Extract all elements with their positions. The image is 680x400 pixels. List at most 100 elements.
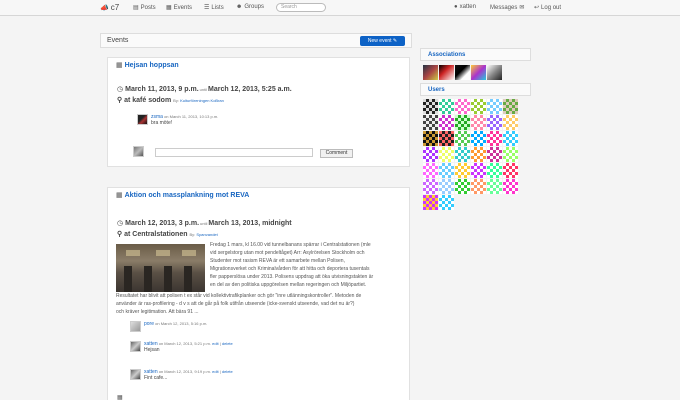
user-avatar[interactable] (455, 147, 470, 162)
event-title[interactable]: ▦ Hejsan hoppsan (116, 61, 179, 69)
delete-link[interactable]: delete (222, 341, 233, 346)
edit-link[interactable]: edit (212, 369, 218, 374)
user-avatar[interactable] (439, 195, 454, 210)
event-location: ⚲ at kafé sodom By: Kulturföreningen KoBr… (117, 97, 224, 104)
user-avatar[interactable] (503, 115, 518, 130)
association-thumb[interactable] (423, 65, 438, 80)
nav-lists[interactable]: ☰ Lists (204, 4, 224, 11)
user-avatar[interactable] (471, 179, 486, 194)
calendar-icon: ▦ (116, 192, 123, 199)
user-avatar[interactable] (503, 131, 518, 146)
events-header: Events New event ✎ (100, 33, 412, 48)
user-avatar[interactable] (439, 179, 454, 194)
user-avatar[interactable] (487, 163, 502, 178)
user-avatar[interactable] (487, 115, 502, 130)
avatar[interactable] (130, 341, 141, 352)
user-avatar[interactable] (439, 115, 454, 130)
users-header: Users (420, 83, 531, 96)
event-card: ▦ Hejsan hoppsan ◷ March 11, 2013, 9 p.m.u… (107, 57, 410, 167)
user-avatar[interactable] (471, 163, 486, 178)
user-avatar[interactable] (503, 99, 518, 114)
megaphone-icon: 📣 (100, 5, 109, 12)
user-avatar[interactable] (503, 163, 518, 178)
brand-logo[interactable]: 📣 c7 (100, 3, 119, 12)
user-avatar[interactable] (471, 131, 486, 146)
document-icon: ▤ (133, 5, 139, 11)
user-avatar[interactable] (471, 99, 486, 114)
user-avatar[interactable] (423, 163, 438, 178)
user-avatar[interactable] (455, 131, 470, 146)
comment-button[interactable]: Comment (320, 149, 353, 158)
association-thumb[interactable] (487, 65, 502, 80)
nav-groups[interactable]: ☻ Groups (236, 4, 264, 10)
event-time: ◷ March 11, 2013, 9 p.m.untilMarch 12, 20… (117, 86, 292, 93)
edit-icon: ✎ (392, 38, 398, 44)
user-avatar[interactable] (503, 147, 518, 162)
user-avatar[interactable] (487, 131, 502, 146)
user-avatar[interactable] (487, 179, 502, 194)
avatar (133, 146, 144, 157)
logout-icon: ↩ (534, 5, 540, 11)
map-marker-icon: ⚲ (117, 231, 123, 238)
user-avatar[interactable] (487, 147, 502, 162)
nav-events[interactable]: ▦ Events (166, 4, 192, 11)
list-icon: ☰ (204, 5, 210, 11)
edit-link[interactable]: edit (212, 341, 218, 346)
association-thumb[interactable] (439, 65, 454, 80)
event-title[interactable]: ▦ Aktion och massplankning mot REVA (116, 191, 249, 199)
comment-text: Fint cafe... (144, 375, 168, 381)
calendar-icon: ▦ (166, 5, 172, 11)
top-navbar: 📣 c7 ▤ Posts ▦ Events ☰ Lists ☻ Groups Search… (0, 0, 680, 16)
avatar[interactable] (130, 369, 141, 380)
event-organizer-link[interactable]: Kulturföreningen KoBran (180, 98, 224, 103)
user-icon: ● (454, 4, 458, 10)
nav-messages[interactable]: Messages ✉ (490, 4, 526, 11)
map-marker-icon: ⚲ (117, 97, 123, 104)
user-avatar[interactable] (423, 99, 438, 114)
association-thumb[interactable] (471, 65, 486, 80)
association-thumb[interactable] (455, 65, 470, 80)
user-avatar[interactable] (423, 195, 438, 210)
user-avatar[interactable] (423, 179, 438, 194)
search-input[interactable]: Search (276, 3, 326, 12)
user-avatar[interactable] (423, 147, 438, 162)
user-avatar[interactable] (455, 163, 470, 178)
user-avatar[interactable] (439, 147, 454, 162)
delete-link[interactable]: delete (222, 369, 233, 374)
comment-input[interactable] (155, 148, 313, 157)
user-avatar[interactable] (455, 99, 470, 114)
user-avatar[interactable] (423, 131, 438, 146)
event-description: Fredag 1 mars, kl 16.00 vid tunnelbanans… (210, 242, 374, 288)
nav-posts[interactable]: ▤ Posts (133, 4, 156, 11)
event-organizer-link[interactable]: Spanvandet (196, 232, 217, 237)
calendar-icon: ▦ (117, 395, 123, 400)
avatar[interactable] (137, 114, 148, 125)
event-location: ⚲ at Centralstationen By: Spanvandet (117, 231, 218, 238)
user-avatar[interactable] (423, 115, 438, 130)
user-avatar[interactable] (471, 147, 486, 162)
nav-logout[interactable]: ↩ Log out (534, 4, 561, 11)
comment-text: Hejsan (144, 347, 160, 353)
event-time: ◷ March 12, 2013, 3 p.m.untilMarch 13, 20… (117, 220, 292, 227)
user-avatar[interactable] (503, 179, 518, 194)
associations-header: Associations (420, 48, 531, 61)
user-avatar[interactable] (439, 163, 454, 178)
user-avatar[interactable] (455, 115, 470, 130)
comment: zsma on March 11, 2013, 10:13 p.m. bra m… (137, 114, 397, 126)
group-icon: ☻ (236, 4, 243, 10)
comment: xatten on March 12, 2013, 5:21 p.m. edit… (130, 341, 390, 353)
avatar[interactable] (130, 321, 141, 332)
user-avatar[interactable] (471, 115, 486, 130)
page-title: Events (107, 37, 129, 44)
comment: xatten on March 12, 2013, 9:19 p.m. edit… (130, 369, 390, 381)
event-photo (116, 244, 205, 292)
nav-user[interactable]: ● xatten (454, 4, 476, 10)
envelope-icon: ✉ (519, 5, 525, 11)
new-event-button[interactable]: New event ✎ (360, 36, 405, 46)
user-avatar[interactable] (439, 131, 454, 146)
calendar-icon: ▦ (116, 62, 123, 69)
user-avatar[interactable] (487, 99, 502, 114)
comment-author[interactable]: pore (144, 321, 154, 327)
user-avatar[interactable] (439, 99, 454, 114)
user-avatar[interactable] (455, 179, 470, 194)
